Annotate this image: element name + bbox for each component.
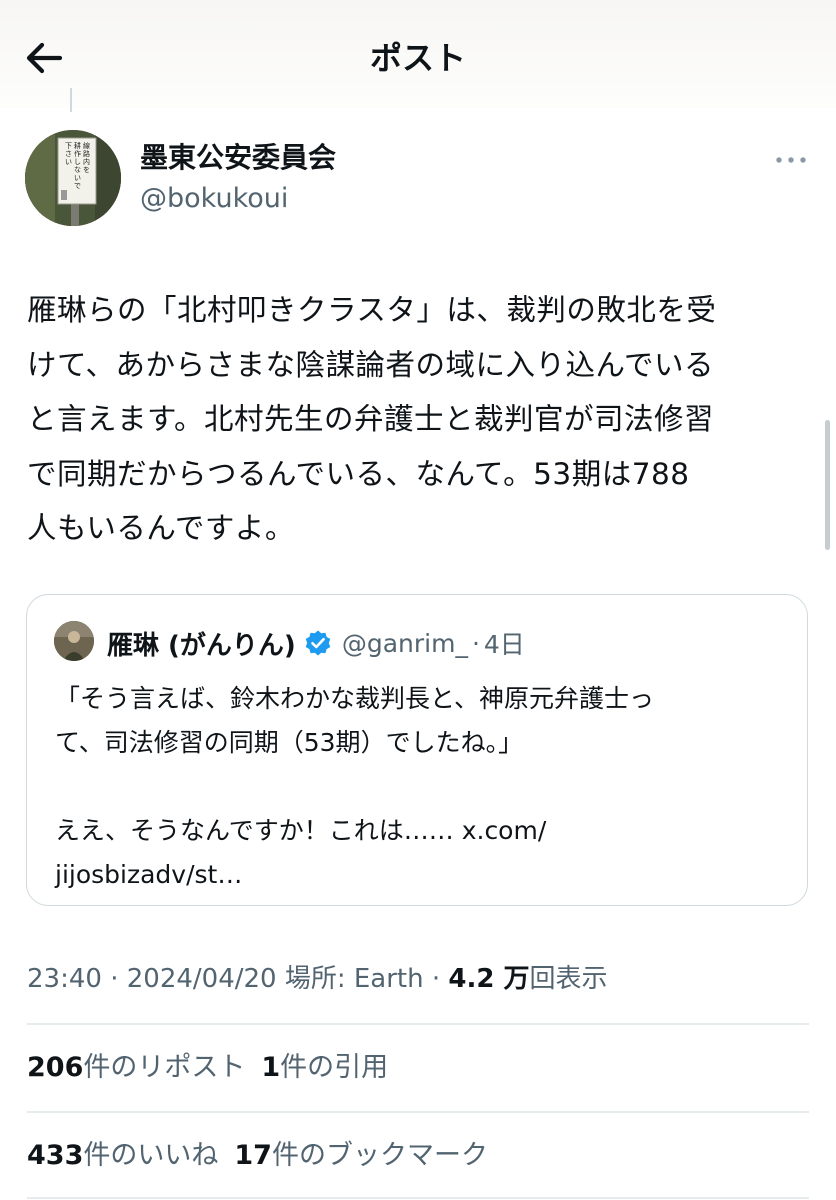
svg-text:作: 作	[74, 149, 81, 158]
quoted-timestamp[interactable]: 4日	[484, 625, 525, 661]
post-time[interactable]: 23:40	[27, 964, 102, 994]
like-stats-row: 433件のいいね 17件のブックマーク	[27, 1134, 504, 1178]
svg-text:な: な	[74, 166, 81, 174]
quoted-avatar-image	[54, 621, 94, 661]
views-count: 4.2 万	[448, 964, 530, 994]
author-avatar[interactable]: 線路内を 耕作しないで 下さい	[25, 130, 121, 226]
meta-separator: ·	[101, 964, 127, 994]
scrollbar[interactable]	[825, 420, 830, 550]
reposts-label: 件のリポスト	[83, 1052, 246, 1083]
svg-text:路: 路	[83, 149, 90, 158]
quotes-label: 件の引用	[280, 1052, 389, 1083]
svg-text:い: い	[74, 174, 81, 182]
author-display-name[interactable]: 墨東公安委員会	[140, 140, 336, 176]
quotes-stat[interactable]: 1件の引用	[261, 1052, 388, 1083]
likes-stat[interactable]: 433件のいいね	[27, 1140, 218, 1171]
thread-connector	[70, 88, 72, 112]
avatar-sign-image: 線路内を 耕作しないで 下さい	[25, 130, 121, 226]
likes-count: 433	[27, 1140, 84, 1171]
bookmarks-label: 件のブックマーク	[271, 1140, 488, 1171]
quoted-post-card[interactable]: 雁琳 (がんりん) @ganrim_ · 4日 「そう言えば、鈴木わかな裁判長と…	[26, 594, 808, 906]
svg-text:さ: さ	[65, 150, 72, 158]
reposts-count: 206	[27, 1052, 84, 1083]
svg-text:い: い	[65, 158, 72, 166]
more-options-button[interactable]	[774, 150, 808, 170]
quoted-post-header: 雁琳 (がんりん) @ganrim_ · 4日	[107, 623, 525, 663]
meta-separator: ·	[423, 964, 449, 994]
svg-text:線: 線	[83, 141, 90, 150]
svg-text:内: 内	[83, 157, 90, 166]
likes-label: 件のいいね	[83, 1140, 219, 1171]
author-handle[interactable]: @bokukoui	[140, 182, 288, 216]
bookmarks-count: 17	[234, 1140, 272, 1171]
quoted-author-avatar[interactable]	[54, 621, 94, 661]
repost-stats-row: 206件のリポスト 1件の引用	[27, 1046, 404, 1090]
svg-text:を: を	[83, 166, 90, 174]
reposts-stat[interactable]: 206件のリポスト	[27, 1052, 245, 1083]
post-body-text: 雁琳らの「北村叩きクラスタ」は、裁判の敗北を受 けて、あからさまな陰謀論者の域に…	[27, 293, 717, 545]
svg-text:下: 下	[65, 142, 72, 150]
quoted-display-name[interactable]: 雁琳 (がんりん)	[107, 625, 296, 662]
post-date[interactable]: 2024/04/20	[127, 964, 277, 994]
post-meta: 23:40 · 2024/04/20 場所: Earth · 4.2 万回表示	[27, 958, 608, 1000]
post-location: 場所: Earth	[276, 964, 424, 994]
more-horizontal-icon	[776, 157, 806, 163]
quoted-separator: ·	[471, 628, 480, 658]
verified-badge-icon	[304, 629, 332, 657]
views-label: 回表示	[529, 964, 608, 994]
quoted-post-text: 「そう言えば、鈴木わかな裁判長と、神原元弁護士っ て、司法修習の同期（53期）で…	[55, 684, 655, 889]
svg-text:し: し	[74, 158, 81, 166]
top-bar: ポスト	[0, 0, 836, 108]
divider	[27, 1197, 809, 1199]
svg-text:で: で	[74, 182, 81, 190]
svg-text:耕: 耕	[74, 141, 81, 150]
divider	[27, 1111, 809, 1113]
bookmarks-stat[interactable]: 17件のブックマーク	[234, 1140, 488, 1171]
quoted-handle[interactable]: @ganrim_	[342, 629, 468, 658]
quotes-count: 1	[261, 1052, 281, 1083]
divider	[27, 1023, 809, 1025]
page-title: ポスト	[369, 39, 466, 77]
